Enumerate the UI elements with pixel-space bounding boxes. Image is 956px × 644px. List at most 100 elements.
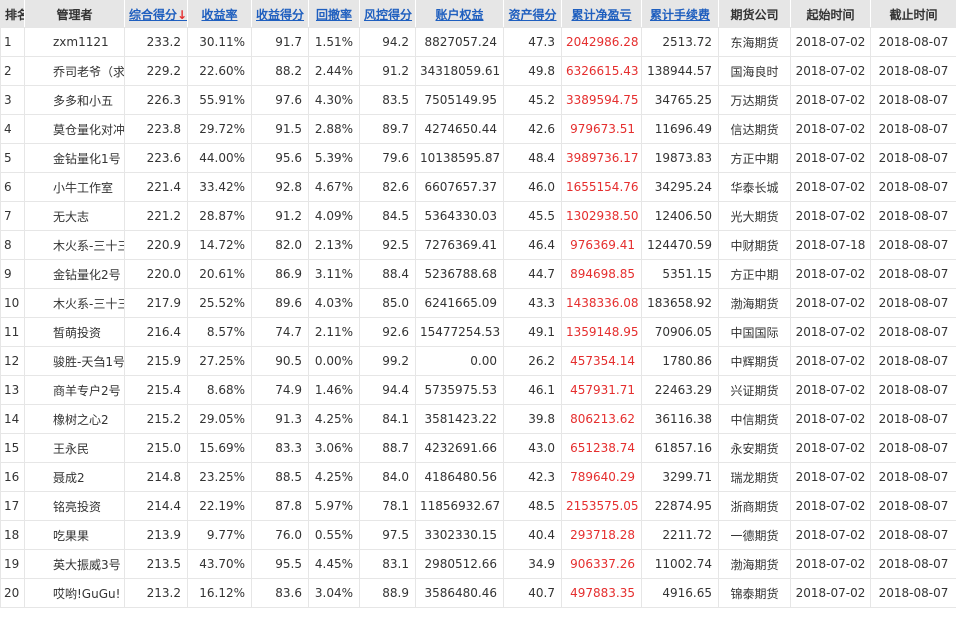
cell-risk-score: 85.0	[359, 288, 416, 318]
cell-broker: 一德期货	[718, 520, 791, 550]
column-header-broker: 期货公司	[718, 0, 791, 28]
sort-link-return-rate[interactable]: 收益率	[201, 8, 237, 22]
cell-risk-score: 83.5	[359, 85, 416, 115]
cell-return-rate: 22.19%	[187, 491, 252, 521]
column-header-risk-score[interactable]: 风控得分	[359, 0, 416, 28]
cell-account-equity: 2980512.66	[415, 549, 504, 579]
cell-drawdown: 1.46%	[308, 375, 360, 405]
sort-link-cum-fees[interactable]: 累计手续费	[650, 8, 710, 22]
column-header-rank: 排名	[0, 0, 25, 28]
column-header-drawdown[interactable]: 回撤率	[308, 0, 360, 28]
table-row[interactable]: 7 无大志 221.2 28.87% 91.2 4.09% 84.5 5364330.03 45…	[0, 201, 956, 231]
cell-cum-net-pnl: 979673.51	[561, 114, 642, 144]
cell-cum-fees: 61857.16	[641, 433, 719, 463]
ranking-table: 排名 管理者 综合得分↓ 收益率 收益得分回撤率风控得分 账户权益 资产得分 累计净盈亏 累计手…	[0, 0, 956, 608]
cell-return-score: 91.2	[251, 201, 309, 231]
column-header-label: 管理者	[56, 7, 93, 22]
column-header-cum-net-pnl[interactable]: 累计净盈亏	[561, 0, 642, 28]
sort-link-risk-score[interactable]: 风控得分	[364, 8, 412, 22]
cell-cum-fees: 138944.57	[641, 56, 719, 86]
cell-account-equity: 8827057.24	[415, 27, 504, 57]
cell-asset-score: 46.1	[503, 375, 562, 405]
cell-cum-fees: 183658.92	[641, 288, 719, 318]
table-row[interactable]: 8 木火系-三十三 220.9 14.72% 82.0 2.13% 92.5 7276369.…	[0, 230, 956, 260]
sort-link-asset-score[interactable]: 资产得分	[508, 8, 556, 22]
sort-link-composite-score[interactable]: 综合得分↓	[129, 8, 187, 22]
cell-start-date: 2018-07-02	[790, 288, 871, 318]
table-row[interactable]: 18 吃果果 213.9 9.77% 76.0 0.55% 97.5 3302330.15 40…	[0, 520, 956, 550]
cell-drawdown: 3.11%	[308, 259, 360, 289]
table-row[interactable]: 19 英大振威3号 213.5 43.70% 95.5 4.45% 83.1 2980512.…	[0, 549, 956, 579]
cell-return-score: 74.7	[251, 317, 309, 347]
column-header-cum-fees[interactable]: 累计手续费	[641, 0, 719, 28]
cell-cum-net-pnl: 3389594.75	[561, 85, 642, 115]
table-row[interactable]: 6 小牛工作室 221.4 33.42% 92.8 4.67% 82.6 6607657.37…	[0, 172, 956, 202]
cell-asset-score: 48.4	[503, 143, 562, 173]
table-row[interactable]: 14 橡树之心2 215.2 29.05% 91.3 4.25% 84.1 3581423.2…	[0, 404, 956, 434]
table-row[interactable]: 20 哎哟!GuGu! 213.2 16.12% 83.6 3.04% 88.9 358648…	[0, 578, 956, 608]
cell-account-equity: 5236788.68	[415, 259, 504, 289]
column-header-composite-score[interactable]: 综合得分↓	[124, 0, 188, 28]
cell-asset-score: 34.9	[503, 549, 562, 579]
table-row[interactable]: 16 聂成2 214.8 23.25% 88.5 4.25% 84.0 4186480.56 4…	[0, 462, 956, 492]
cell-drawdown: 5.39%	[308, 143, 360, 173]
cell-start-date: 2018-07-02	[790, 259, 871, 289]
sort-link-return-score[interactable]: 收益得分	[256, 8, 304, 22]
cell-composite-score: 221.2	[124, 201, 188, 231]
cell-rank: 13	[0, 375, 25, 405]
cell-cum-fees: 124470.59	[641, 230, 719, 260]
cell-return-rate: 9.77%	[187, 520, 252, 550]
cell-account-equity: 3581423.22	[415, 404, 504, 434]
column-header-label: 截止时间	[889, 7, 938, 22]
column-header-label: 收益得分	[256, 7, 305, 22]
column-header-label: 账户权益	[435, 7, 484, 22]
table-row[interactable]: 10 木火系-三十三 217.9 25.52% 89.6 4.03% 85.0 6241665…	[0, 288, 956, 318]
column-header-label: 风控得分	[364, 7, 413, 22]
cell-end-date: 2018-08-07	[870, 462, 956, 492]
cell-broker: 中国国际	[718, 317, 791, 347]
table-row[interactable]: 4莫仓量化对冲1·223.829.72%91.52.88%89.74274650…	[0, 114, 956, 144]
cell-broker: 永安期货	[718, 433, 791, 463]
cell-risk-score: 91.2	[359, 56, 416, 86]
sort-link-drawdown[interactable]: 回撤率	[316, 8, 352, 22]
table-row[interactable]: 13 商羊专户2号 215.4 8.68% 74.9 1.46% 94.4 5735975.5…	[0, 375, 956, 405]
cell-manager: 英大振威3号	[24, 549, 125, 579]
column-header-label: 累计手续费	[649, 7, 710, 22]
cell-account-equity: 6607657.37	[415, 172, 504, 202]
column-header-return-rate[interactable]: 收益率	[187, 0, 252, 28]
cell-asset-score: 40.4	[503, 520, 562, 550]
cell-account-equity: 4232691.66	[415, 433, 504, 463]
cell-manager: 哎哟!GuGu!	[24, 578, 125, 608]
cell-manager: zxm1121	[24, 27, 125, 57]
table-row[interactable]: 5 金钻量化1号 223.6 44.00% 95.6 5.39% 79.6 10138595.…	[0, 143, 956, 173]
cell-asset-score: 43.0	[503, 433, 562, 463]
table-row[interactable]: 15 王永民 215.0 15.69% 83.3 3.06% 88.7 4232691.66 4…	[0, 433, 956, 463]
cell-cum-net-pnl: 2153575.05	[561, 491, 642, 521]
sort-link-account-equity[interactable]: 账户权益	[435, 8, 483, 22]
table-row[interactable]: 1 zxm1121 233.2 30.11% 91.7 1.51% 94.2 8827057.…	[0, 27, 956, 57]
table-row[interactable]: 3 多多和小五 226.3 55.91% 97.6 4.30% 83.5 7505149.95…	[0, 85, 956, 115]
cell-return-rate: 16.12%	[187, 578, 252, 608]
table-row[interactable]: 11 皙萌投资 216.4 8.57% 74.7 2.11% 92.6 15477254.53…	[0, 317, 956, 347]
table-row[interactable]: 17 铭亮投资 214.4 22.19% 87.8 5.97% 78.1 11856932.6…	[0, 491, 956, 521]
cell-drawdown: 2.13%	[308, 230, 360, 260]
cell-composite-score: 217.9	[124, 288, 188, 318]
column-header-manager: 管理者	[24, 0, 125, 28]
table-row[interactable]: 12 骏胜-天刍1号 215.9 27.25% 90.5 0.00% 99.2 0.00 26.…	[0, 346, 956, 376]
cell-rank: 9	[0, 259, 25, 289]
column-header-end-date: 截止时间	[870, 0, 956, 28]
cell-return-rate: 23.25%	[187, 462, 252, 492]
column-header-return-score[interactable]: 收益得分	[251, 0, 309, 28]
column-header-account-equity[interactable]: 账户权益	[415, 0, 504, 28]
cell-rank: 16	[0, 462, 25, 492]
cell-start-date: 2018-07-02	[790, 433, 871, 463]
cell-risk-score: 83.1	[359, 549, 416, 579]
cell-account-equity: 7505149.95	[415, 85, 504, 115]
column-header-asset-score[interactable]: 资产得分	[503, 0, 562, 28]
cell-rank: 6	[0, 172, 25, 202]
cell-asset-score: 47.3	[503, 27, 562, 57]
table-row[interactable]: 9 金钻量化2号 220.0 20.61% 86.9 3.11% 88.4 5236788.6…	[0, 259, 956, 289]
table-row[interactable]: 2乔司老爷（求枳229.222.60%88.22.44%91.234318059…	[0, 56, 956, 86]
sort-link-cum-net-pnl[interactable]: 累计净盈亏	[571, 8, 631, 22]
cell-rank: 18	[0, 520, 25, 550]
